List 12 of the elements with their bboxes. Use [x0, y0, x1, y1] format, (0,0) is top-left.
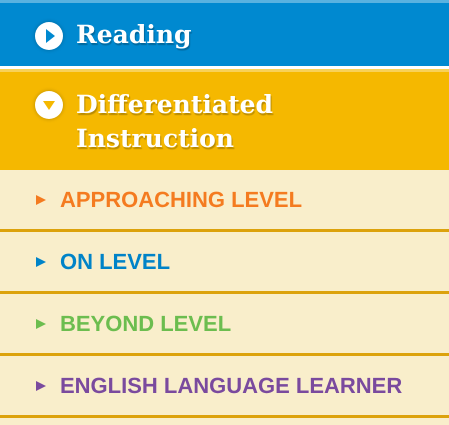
menu-link[interactable]: BEYOND LEVEL	[0, 294, 449, 356]
menu-link[interactable]: ENGLISH LANGUAGE LEARNER	[0, 356, 449, 418]
triangle-icon	[36, 194, 46, 204]
triangle-icon	[36, 256, 46, 266]
section-header[interactable]: Reading	[0, 0, 449, 66]
section-header[interactable]: Differentiated Instruction	[0, 69, 449, 170]
menu-link[interactable]: APPROACHING LEVEL	[0, 170, 449, 232]
down-arrow-circle-icon	[34, 90, 64, 120]
menu-link[interactable]: ON LEVEL	[0, 232, 449, 294]
play-circle-icon	[34, 20, 64, 50]
triangle-icon	[36, 318, 46, 328]
triangle-icon	[36, 380, 46, 390]
